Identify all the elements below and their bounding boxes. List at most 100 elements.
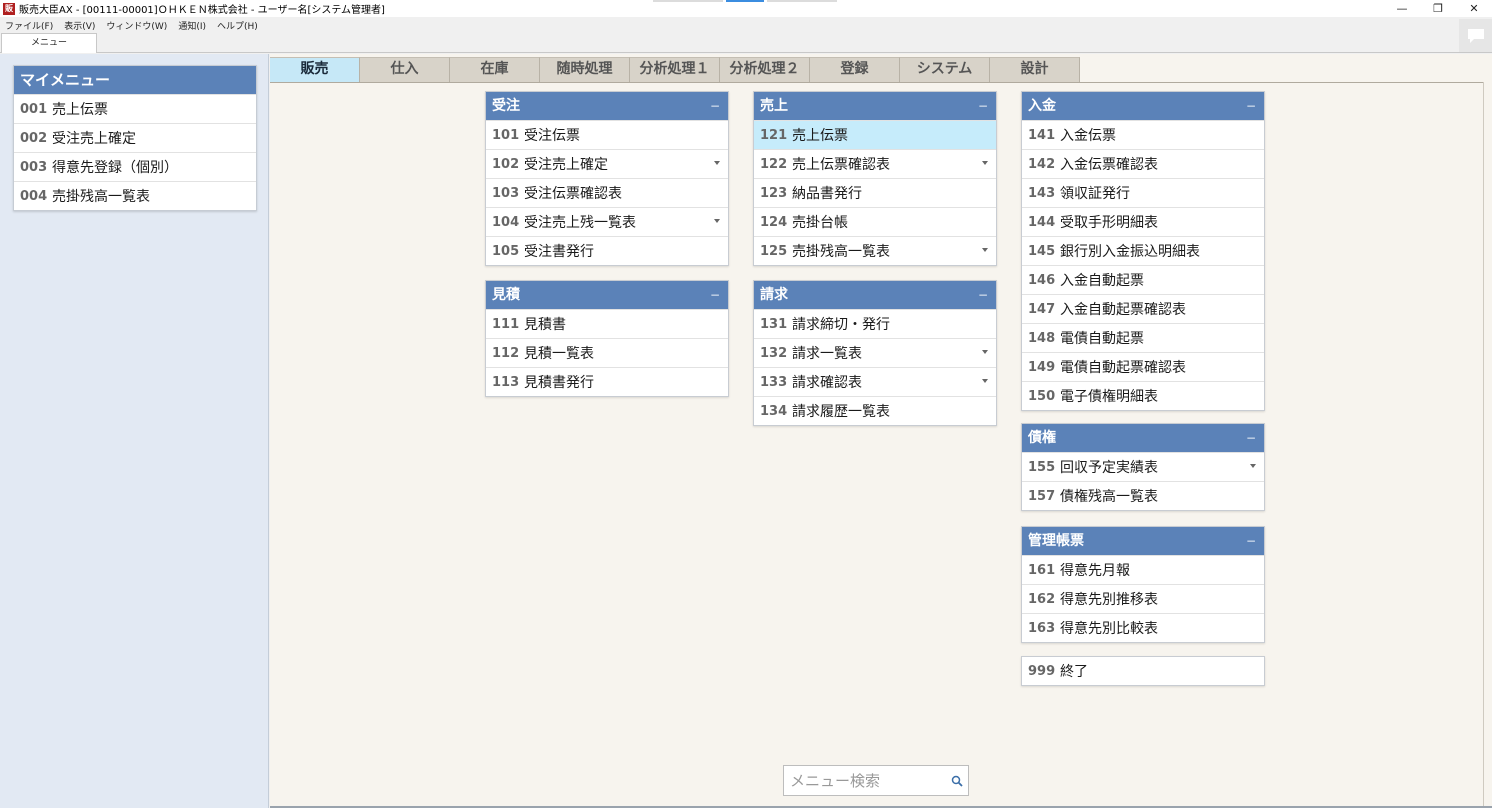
menu-item[interactable]: 143 領収証発行: [1022, 178, 1264, 207]
menu-label: 終了: [1060, 664, 1088, 680]
menu-code: 149: [1028, 359, 1056, 375]
menu-view[interactable]: 表示(V): [64, 19, 95, 32]
menu-item[interactable]: 141 入金伝票: [1022, 120, 1264, 149]
tab-analysis-1[interactable]: 分析処理１: [630, 57, 720, 82]
my-menu-item[interactable]: 004 売掛残高一覧表: [14, 181, 256, 210]
window-title: 販売大臣AX - [00111-00001]ＯＨＫＥＮ株式会社 - ユーザー名[…: [19, 5, 385, 16]
restore-button[interactable]: ❐: [1420, 0, 1456, 17]
my-menu-item[interactable]: 002 受注売上確定: [14, 123, 256, 152]
menu-label: 売掛残高一覧表: [792, 244, 890, 260]
menu-code: 113: [492, 374, 520, 390]
close-button[interactable]: ✕: [1456, 0, 1492, 17]
menu-item[interactable]: 111 見積書: [486, 309, 728, 338]
tab-adhoc[interactable]: 随時処理: [540, 57, 630, 82]
panel-title: 受注 −: [486, 92, 728, 120]
menu-item[interactable]: 124 売掛台帳: [754, 207, 996, 236]
tab-purchase[interactable]: 仕入: [360, 57, 450, 82]
panel-kanri: 管理帳票 − 161 得意先月報 162 得意先別推移表 163 得意先別比較表: [1021, 526, 1265, 643]
menu-item[interactable]: 123 納品書発行: [754, 178, 996, 207]
dropdown-arrow-icon[interactable]: [982, 161, 988, 165]
menu-code: 103: [492, 185, 520, 201]
chat-button[interactable]: [1459, 19, 1492, 52]
panel-nyukin: 入金 − 141 入金伝票 142 入金伝票確認表 143 領収証発行 144 受取手形明…: [1021, 91, 1265, 411]
menu-label: 電債自動起票確認表: [1060, 360, 1186, 376]
collapse-button[interactable]: −: [978, 281, 988, 309]
menu-item[interactable]: 105 受注書発行: [486, 236, 728, 265]
my-menu-item[interactable]: 003 得意先登録（個別）: [14, 152, 256, 181]
dropdown-arrow-icon[interactable]: [714, 161, 720, 165]
menu-item[interactable]: 150 電子債権明細表: [1022, 381, 1264, 410]
collapse-button[interactable]: −: [978, 92, 988, 120]
menu-item[interactable]: 132 請求一覧表: [754, 338, 996, 367]
menu-label: 見積書: [524, 317, 566, 333]
menu-item[interactable]: 101 受注伝票: [486, 120, 728, 149]
document-tab-strip: メニュー: [0, 33, 1492, 53]
menu-code: 125: [760, 243, 788, 259]
menu-item[interactable]: 155 回収予定実績表: [1022, 452, 1264, 481]
menu-code: 102: [492, 156, 520, 172]
panel-uriage: 売上 − 121 売上伝票 122 売上伝票確認表 123 納品書発行 124 売掛台帳 …: [753, 91, 997, 266]
menu-item[interactable]: 104 受注売上残一覧表: [486, 207, 728, 236]
exit-button[interactable]: 999 終了: [1021, 656, 1265, 686]
menu-item[interactable]: 146 入金自動起票: [1022, 265, 1264, 294]
minimize-button[interactable]: —: [1384, 0, 1420, 17]
menu-item[interactable]: 157 債権残高一覧表: [1022, 481, 1264, 510]
panel-title-text: 請求: [760, 287, 788, 303]
tab-inventory[interactable]: 在庫: [450, 57, 540, 82]
menu-item[interactable]: 131 請求締切・発行: [754, 309, 996, 338]
search-input[interactable]: [784, 766, 944, 795]
menu-item[interactable]: 144 受取手形明細表: [1022, 207, 1264, 236]
menu-file[interactable]: ファイル(F): [5, 19, 53, 32]
menu-window[interactable]: ウィンドウ(W): [106, 19, 167, 32]
menu-item[interactable]: 145 銀行別入金振込明細表: [1022, 236, 1264, 265]
dropdown-arrow-icon[interactable]: [982, 379, 988, 383]
menu-label: 入金伝票: [1060, 128, 1116, 144]
menu-item[interactable]: 102 受注売上確定: [486, 149, 728, 178]
menu-item[interactable]: 133 請求確認表: [754, 367, 996, 396]
dropdown-arrow-icon[interactable]: [982, 350, 988, 354]
dropdown-arrow-icon[interactable]: [1250, 464, 1256, 468]
collapse-button[interactable]: −: [710, 92, 720, 120]
tab-system[interactable]: システム: [900, 57, 990, 82]
collapse-button[interactable]: −: [710, 281, 720, 309]
menu-code: 148: [1028, 330, 1056, 346]
tab-menu-document[interactable]: メニュー: [1, 33, 97, 53]
content-border: [1483, 82, 1484, 808]
menu-item[interactable]: 103 受注伝票確認表: [486, 178, 728, 207]
menu-item[interactable]: 121 売上伝票: [754, 120, 996, 149]
tab-design[interactable]: 設計: [990, 57, 1080, 82]
search-icon[interactable]: [951, 775, 963, 787]
menu-notify[interactable]: 通知(I): [178, 19, 206, 32]
menu-item[interactable]: 161 得意先月報: [1022, 555, 1264, 584]
menu-item[interactable]: 147 入金自動起票確認表: [1022, 294, 1264, 323]
menu-item[interactable]: 149 電債自動起票確認表: [1022, 352, 1264, 381]
panel-title: 売上 −: [754, 92, 996, 120]
collapse-button[interactable]: −: [1246, 92, 1256, 120]
dropdown-arrow-icon[interactable]: [982, 248, 988, 252]
menu-item[interactable]: 125 売掛残高一覧表: [754, 236, 996, 265]
menu-item[interactable]: 122 売上伝票確認表: [754, 149, 996, 178]
menu-label: 見積一覧表: [524, 346, 594, 362]
menu-help[interactable]: ヘルプ(H): [217, 19, 258, 32]
tab-analysis-2[interactable]: 分析処理２: [720, 57, 810, 82]
tab-sales[interactable]: 販売: [270, 57, 360, 82]
menu-item[interactable]: 148 電債自動起票: [1022, 323, 1264, 352]
menu-item[interactable]: 113 見積書発行: [486, 367, 728, 396]
menu-code: 157: [1028, 488, 1056, 504]
menu-item[interactable]: 142 入金伝票確認表: [1022, 149, 1264, 178]
category-tabs: 販売 仕入 在庫 随時処理 分析処理１ 分析処理２ 登録 システム 設計: [270, 57, 1080, 82]
menu-code: 004: [20, 188, 48, 204]
collapse-button[interactable]: −: [1246, 527, 1256, 555]
menu-code: 131: [760, 316, 788, 332]
menu-label: 請求履歴一覧表: [792, 404, 890, 420]
menu-item[interactable]: 134 請求履歴一覧表: [754, 396, 996, 425]
tab-registration[interactable]: 登録: [810, 57, 900, 82]
menu-item[interactable]: 112 見積一覧表: [486, 338, 728, 367]
menu-item[interactable]: 162 得意先別推移表: [1022, 584, 1264, 613]
panel-juchu: 受注 − 101 受注伝票 102 受注売上確定 103 受注伝票確認表 104 受注売上…: [485, 91, 729, 266]
collapse-button[interactable]: −: [1246, 424, 1256, 452]
dropdown-arrow-icon[interactable]: [714, 219, 720, 223]
my-menu-item[interactable]: 001 売上伝票: [14, 94, 256, 123]
menu-item[interactable]: 163 得意先別比較表: [1022, 613, 1264, 642]
menu-label: 見積書発行: [524, 375, 594, 391]
